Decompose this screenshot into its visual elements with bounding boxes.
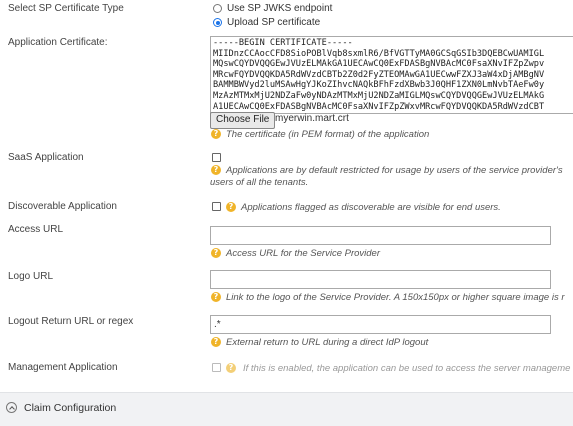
radio-jwks-label: Use SP JWKS endpoint — [227, 3, 333, 14]
cert-hint: The certificate (in PEM format) of the a… — [226, 129, 430, 140]
certificate-textarea[interactable]: -----BEGIN CERTIFICATE----- MIIDnzCCAocCF… — [210, 36, 573, 114]
cert-line: MIIDnzCCAocCFD8SioPOBlVqb8sxmlR6/BfVGTTy… — [213, 48, 545, 59]
saas-hint-line1: Applications are by default restricted f… — [226, 165, 563, 176]
cert-line: MQswCQYDVQQGEwJVUzELMAkGA1UECAwCQ0ExFDAS… — [213, 59, 545, 70]
question-circle-icon: ? — [211, 337, 221, 347]
cert-line: MzAzMTMxMjU2NDZaFw0yNDAzMTMxMjU2NDZaMIGL… — [213, 90, 545, 101]
radio-upload-certificate[interactable] — [213, 18, 222, 27]
access-url-hint: Access URL for the Service Provider — [226, 248, 380, 259]
radio-upload-label: Upload SP certificate — [227, 17, 321, 28]
saas-label: SaaS Application — [8, 152, 84, 163]
management-label: Management Application — [8, 362, 118, 373]
logo-url-hint: Link to the logo of the Service Provider… — [226, 292, 565, 303]
management-checkbox[interactable] — [212, 363, 221, 372]
claim-configuration-header[interactable]: Claim Configuration — [0, 392, 573, 426]
logout-url-hint: External return to URL during a direct I… — [226, 337, 429, 348]
cert-line: A1UECAwCQ0ExFDASBgNVBAcMC0FsaXNvIFZpZWxv… — [213, 101, 545, 112]
sp-cert-type-label: Select SP Certificate Type — [8, 3, 124, 14]
radio-jwks-endpoint[interactable] — [213, 4, 222, 13]
logo-url-label: Logo URL — [8, 271, 54, 282]
question-circle-icon: ? — [211, 129, 221, 139]
saas-checkbox[interactable] — [212, 153, 221, 162]
access-url-label: Access URL — [8, 224, 64, 235]
choose-file-button[interactable]: Choose File — [210, 112, 276, 129]
claim-configuration-title: Claim Configuration — [24, 402, 117, 414]
question-circle-icon: ? — [226, 202, 236, 212]
question-circle-icon: ? — [211, 248, 221, 258]
logout-url-label: Logout Return URL or regex — [8, 316, 134, 327]
cert-line: MRcwFQYDVQQKDA5RdWVzdCBTb2Z0d2FyZTEOMAwG… — [213, 69, 545, 80]
app-cert-label: Application Certificate: — [8, 37, 108, 48]
selected-file-name: myerwin.mart.crt — [275, 113, 349, 124]
cert-line: BAMMBWVyd2luMSAwHgYJKoZIhvcNAQkBFhFzdXBw… — [213, 80, 545, 91]
discoverable-checkbox[interactable] — [212, 202, 221, 211]
logo-url-input[interactable] — [210, 270, 551, 289]
discoverable-hint: Applications flagged as discoverable are… — [241, 202, 501, 213]
cert-line: -----BEGIN CERTIFICATE----- — [213, 38, 353, 48]
question-circle-icon: ? — [211, 165, 221, 175]
management-hint: If this is enabled, the application can … — [243, 363, 571, 374]
question-circle-icon: ? — [226, 363, 236, 373]
saas-hint-line2: users of all the tenants. — [210, 177, 309, 188]
chevron-up-circle-icon[interactable] — [6, 402, 17, 413]
discoverable-label: Discoverable Application — [8, 201, 117, 212]
logout-url-input[interactable] — [210, 315, 551, 334]
question-circle-icon: ? — [211, 292, 221, 302]
access-url-input[interactable] — [210, 226, 551, 245]
